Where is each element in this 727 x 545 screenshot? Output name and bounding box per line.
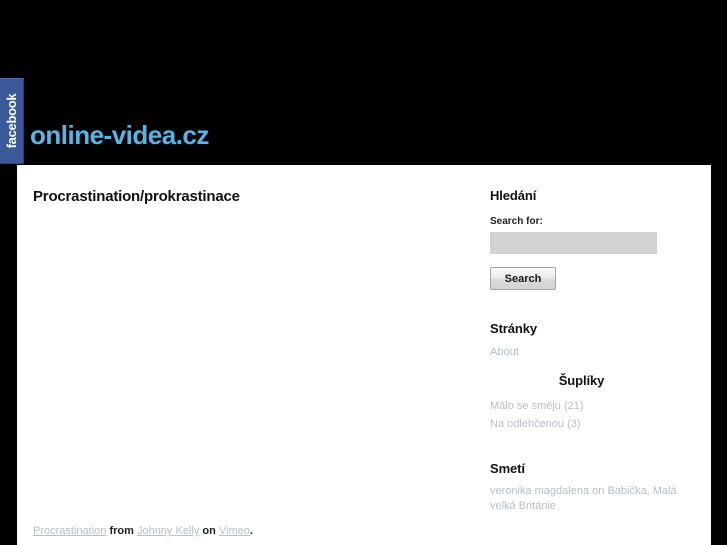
widget-search: Hledání Search for: Search — [490, 187, 695, 290]
widget-categories: Šuplíky Málo se směju (21) Na odlehčenou… — [490, 372, 695, 433]
categories-heading: Šuplíky — [558, 373, 605, 388]
widget-recent-comments: Smetí veronika magdalena on Babička, Mal… — [490, 460, 695, 514]
pages-list: About — [490, 343, 695, 361]
list-item: veronika magdalena on Babička, Malá velk… — [490, 484, 695, 514]
list-item: About — [490, 343, 695, 361]
comments-list: veronika magdalena on Babička, Malá velk… — [490, 484, 695, 514]
search-label: Search for: — [490, 216, 543, 227]
category-count-0: (21) — [563, 400, 584, 412]
post-title: Procrastination/prokrastinace — [33, 188, 240, 205]
video-author-link[interactable]: Johnny Kelly — [137, 525, 199, 537]
comment-author-link[interactable]: veronika magdalena — [490, 485, 589, 497]
widget-pages: Stránky About — [490, 320, 695, 361]
list-item: Na odlehčenou (3) — [490, 415, 695, 433]
page-body: Procrastination/prokrastinace Procrastin… — [17, 165, 711, 545]
facebook-tab-label: facebook — [3, 93, 19, 149]
pages-heading: Stránky — [490, 321, 537, 336]
credit-period: . — [249, 525, 253, 537]
video-title-link[interactable]: Procrastination — [33, 525, 106, 537]
site-header: online-videa.cz — [0, 0, 727, 165]
sidebar: Hledání Search for: Search Stránky About… — [490, 165, 695, 545]
list-item: Málo se směju (21) — [490, 397, 695, 415]
main-content: Procrastination/prokrastinace Procrastin… — [33, 165, 473, 545]
facebook-share-tab[interactable]: facebook — [0, 78, 24, 164]
sidebar-link-category-1[interactable]: Na odlehčenou — [490, 418, 564, 430]
categories-list: Málo se směju (21) Na odlehčenou (3) — [490, 397, 695, 433]
search-heading: Hledání — [490, 188, 537, 203]
comment-on-word: on — [592, 485, 605, 497]
video-credit-line: Procrastination from Johnny Kelly on Vim… — [33, 524, 463, 539]
video-platform-link[interactable]: Vimeo — [219, 525, 250, 537]
category-count-1: (3) — [567, 418, 581, 430]
comments-heading: Smetí — [490, 461, 525, 476]
video-player-embed[interactable] — [33, 225, 463, 510]
sidebar-link-about[interactable]: About — [490, 346, 519, 358]
credit-on-word: on — [202, 525, 216, 537]
site-title[interactable]: online-videa.cz — [30, 120, 209, 150]
credit-from-word: from — [109, 525, 134, 537]
search-button[interactable]: Search — [490, 267, 556, 290]
search-input[interactable] — [490, 232, 657, 254]
sidebar-link-category-0[interactable]: Málo se směju — [490, 400, 561, 412]
